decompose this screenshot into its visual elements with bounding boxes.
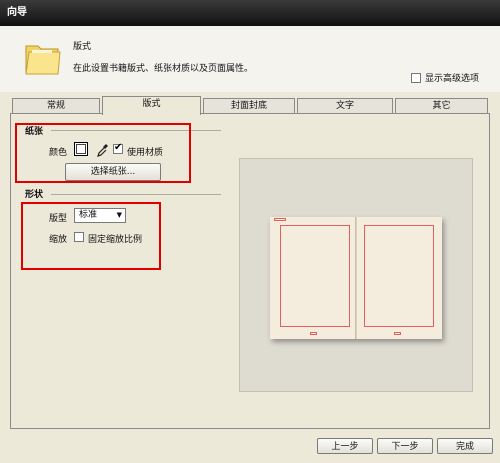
left-page-margin — [280, 225, 350, 327]
layout-select[interactable]: 标准 ▼ — [74, 208, 126, 223]
shape-group-label: 形状 — [25, 190, 44, 200]
book-spread — [270, 217, 442, 339]
book-preview — [239, 158, 473, 392]
tab-label: 版式 — [142, 99, 161, 109]
fixed-ratio-checkbox[interactable] — [74, 232, 84, 242]
tab-bar: 常规 版式 封面封底 文字 其它 — [10, 96, 490, 115]
tab-text[interactable]: 文字 — [297, 98, 393, 114]
eyedropper-icon[interactable] — [97, 143, 109, 157]
tab-label: 其它 — [432, 101, 451, 111]
color-label: 颜色 — [49, 148, 68, 158]
previous-button[interactable]: 上一步 — [317, 438, 373, 454]
wizard-window: 版式 在此设置书籍版式、纸张材质以及页面属性。 显示高级选项 常规 版式 封面封… — [0, 26, 500, 463]
layout-label: 版型 — [49, 214, 68, 224]
left-page — [270, 217, 356, 339]
tab-label: 文字 — [335, 101, 354, 111]
advanced-options-checkbox[interactable] — [411, 72, 421, 83]
advanced-options-toggle[interactable]: 显示高级选项 — [411, 71, 479, 84]
next-button[interactable]: 下一步 — [377, 438, 433, 454]
page-number-marker — [394, 332, 401, 335]
folder-icon — [25, 45, 61, 75]
select-paper-button[interactable]: 选择纸张... — [65, 163, 161, 181]
tab-label: 封面封底 — [230, 101, 267, 111]
paper-group-label: 纸张 — [25, 127, 44, 137]
page-title: 版式 — [73, 42, 92, 52]
chevron-down-icon: ▼ — [116, 211, 122, 219]
paper-divider — [51, 130, 221, 131]
wizard-header: 版式 在此设置书籍版式、纸张材质以及页面属性。 显示高级选项 — [0, 26, 500, 92]
tab-general[interactable]: 常规 — [12, 98, 100, 114]
tab-panel-layout: 纸张 颜色 使用材质 选择纸张... 形状 版型 标准 ▼ 缩放 固定缩放比例 — [10, 113, 490, 429]
header-marker — [274, 218, 286, 221]
finish-button[interactable]: 完成 — [437, 438, 493, 454]
tab-other[interactable]: 其它 — [395, 98, 488, 114]
zoom-label: 缩放 — [49, 235, 68, 245]
color-swatch-button[interactable] — [74, 142, 88, 156]
page-number-marker — [310, 332, 317, 335]
window-title: 向导 — [7, 7, 27, 18]
right-page-margin — [364, 225, 434, 327]
use-texture-checkbox[interactable] — [113, 142, 123, 154]
layout-select-value: 标准 — [79, 210, 98, 220]
fixed-ratio-label: 固定缩放比例 — [88, 235, 143, 245]
right-page — [356, 217, 442, 339]
tab-label: 常规 — [46, 101, 65, 111]
shape-divider — [51, 194, 221, 195]
tab-layout[interactable]: 版式 — [102, 96, 201, 115]
page-description: 在此设置书籍版式、纸张材质以及页面属性。 — [73, 64, 254, 74]
use-texture-label: 使用材质 — [127, 148, 164, 158]
advanced-options-label: 显示高级选项 — [425, 74, 480, 84]
title-bar: 向导 — [0, 0, 500, 26]
tab-cover[interactable]: 封面封底 — [203, 98, 295, 114]
